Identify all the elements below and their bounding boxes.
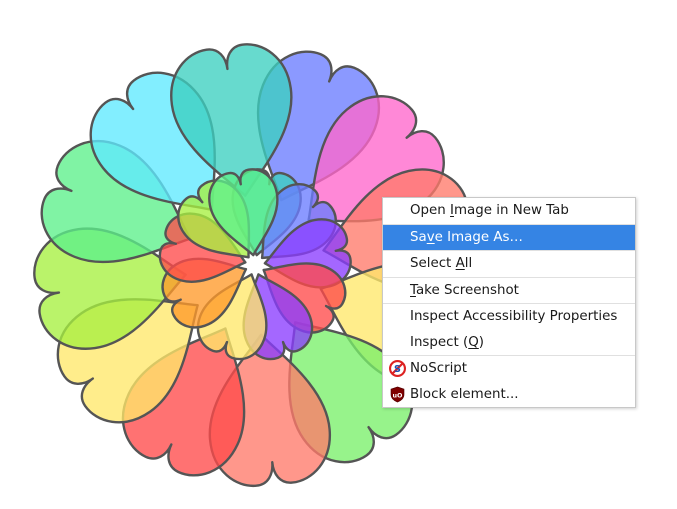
svg-text:S: S	[394, 364, 401, 375]
menu-item-inspect[interactable]: Inspect (Q)	[383, 330, 635, 356]
menu-item-open-image-new-tab[interactable]: Open Image in New Tab	[383, 198, 635, 224]
svg-text:uO: uO	[393, 391, 404, 399]
noscript-icon: S	[389, 360, 406, 377]
context-menu: Open Image in New Tab Save Image As… Sel…	[382, 197, 636, 408]
menu-item-block-element[interactable]: uO Block element...	[383, 382, 635, 408]
page: Open Image in New Tab Save Image As… Sel…	[0, 0, 677, 509]
menu-item-inspect-accessibility[interactable]: Inspect Accessibility Properties	[383, 304, 635, 330]
menu-item-noscript[interactable]: S NoScript	[383, 356, 635, 382]
menu-item-select-all[interactable]: Select All	[383, 251, 635, 277]
menu-item-save-image-as[interactable]: Save Image As…	[383, 224, 635, 250]
menu-item-take-screenshot[interactable]: Take Screenshot	[383, 278, 635, 304]
ublock-icon: uO	[390, 386, 405, 402]
